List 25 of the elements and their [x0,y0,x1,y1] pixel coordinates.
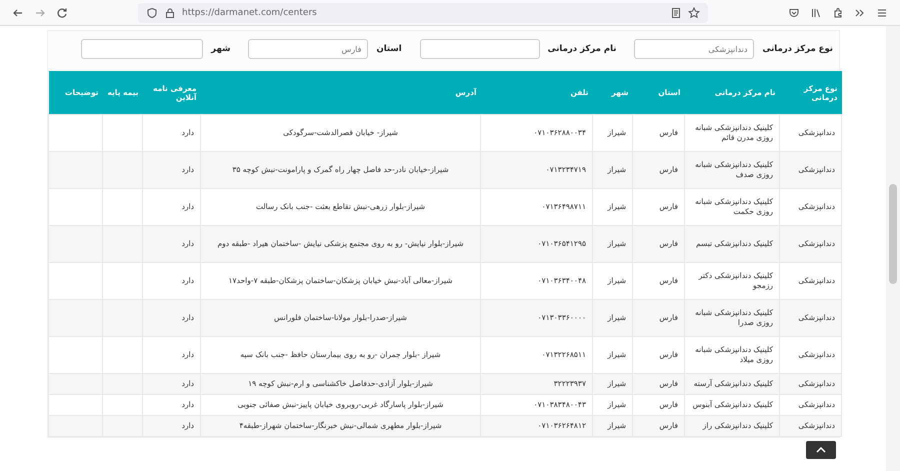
filter-label: نام مرکز درمانی [548,44,616,54]
filter-field[interactable] [420,39,540,59]
pocket-icon[interactable] [788,6,800,18]
lock-icon [164,6,176,18]
reader-icon[interactable] [670,6,682,18]
library-icon[interactable] [810,6,822,18]
filter-label: استان [376,44,402,54]
address-bar[interactable]: https://darmanet.com/centers [138,2,708,22]
chevron-up-icon [816,447,826,453]
menu-icon[interactable] [876,6,888,18]
shield-icon [146,6,158,18]
scrollbar[interactable] [886,26,900,471]
filter-label: نوع مرکز درمانی [762,44,833,54]
filter-field[interactable] [81,39,204,59]
extensions-icon[interactable] [832,6,844,18]
filter-field[interactable]: دندانپزشکی [634,39,754,59]
filter-label: شهر [211,44,230,54]
scrollbar-thumb[interactable] [889,184,897,284]
scroll-to-top-button[interactable] [806,441,836,459]
back-icon[interactable] [12,6,24,18]
filter-field[interactable]: فارس [248,39,368,59]
overflow-icon[interactable] [854,6,866,18]
url-text: https://darmanet.com/centers [182,8,317,18]
reload-icon[interactable] [56,6,68,18]
star-icon[interactable] [688,6,700,18]
